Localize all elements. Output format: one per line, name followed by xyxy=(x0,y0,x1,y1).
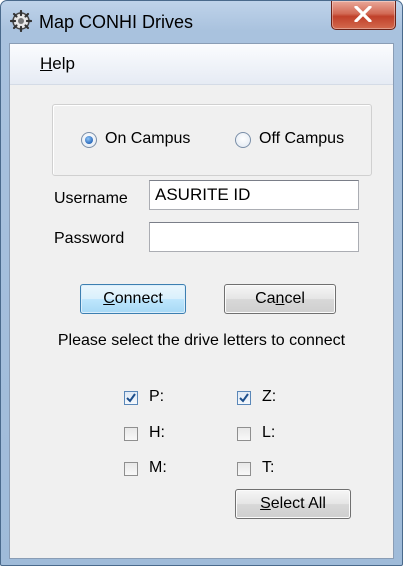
drive-p-checkbox[interactable] xyxy=(124,391,138,405)
password-field[interactable] xyxy=(149,222,359,252)
checkmark-icon xyxy=(126,393,136,403)
drive-z-checkbox[interactable] xyxy=(237,391,251,405)
password-label: Password xyxy=(54,230,125,247)
username-label: Username xyxy=(54,190,128,207)
on-campus-radio[interactable] xyxy=(81,132,97,148)
drive-m-checkbox[interactable] xyxy=(124,462,138,476)
off-campus-label[interactable]: Off Campus xyxy=(259,130,344,148)
drive-t-checkbox[interactable] xyxy=(237,462,251,476)
drive-t-label: T: xyxy=(262,459,275,476)
drive-m-label: M: xyxy=(149,459,167,476)
on-campus-label[interactable]: On Campus xyxy=(105,130,190,148)
window-title: Map CONHI Drives xyxy=(39,12,194,32)
drive-h-checkbox[interactable] xyxy=(124,427,138,441)
drive-selection-prompt: Please select the drive letters to conne… xyxy=(57,332,346,349)
close-icon xyxy=(354,6,372,22)
campus-location-group: On Campus Off Campus xyxy=(52,104,372,176)
select-all-button[interactable]: Select All xyxy=(235,489,351,519)
menu-bar: Help xyxy=(10,44,393,85)
drive-l-checkbox[interactable] xyxy=(237,427,251,441)
network-drive-icon xyxy=(9,9,33,33)
drive-l-label: L: xyxy=(262,424,276,441)
off-campus-radio[interactable] xyxy=(235,132,251,148)
map-drives-window: Map CONHI Drives Help On Campus Off Camp… xyxy=(0,0,403,566)
drive-h-label: H: xyxy=(149,424,165,441)
dialog-client-area: Help On Campus Off Campus Username Passw… xyxy=(9,43,394,559)
cancel-button[interactable]: Cancel xyxy=(224,284,336,314)
connect-button[interactable]: Connect xyxy=(80,284,186,314)
menu-help[interactable]: Help xyxy=(40,54,75,74)
username-field[interactable] xyxy=(149,180,359,210)
drive-z-label: Z: xyxy=(262,388,277,405)
drive-p-label: P: xyxy=(149,388,165,405)
title-bar[interactable]: Map CONHI Drives xyxy=(1,1,402,43)
close-button[interactable] xyxy=(331,1,396,30)
checkmark-icon xyxy=(239,393,249,403)
